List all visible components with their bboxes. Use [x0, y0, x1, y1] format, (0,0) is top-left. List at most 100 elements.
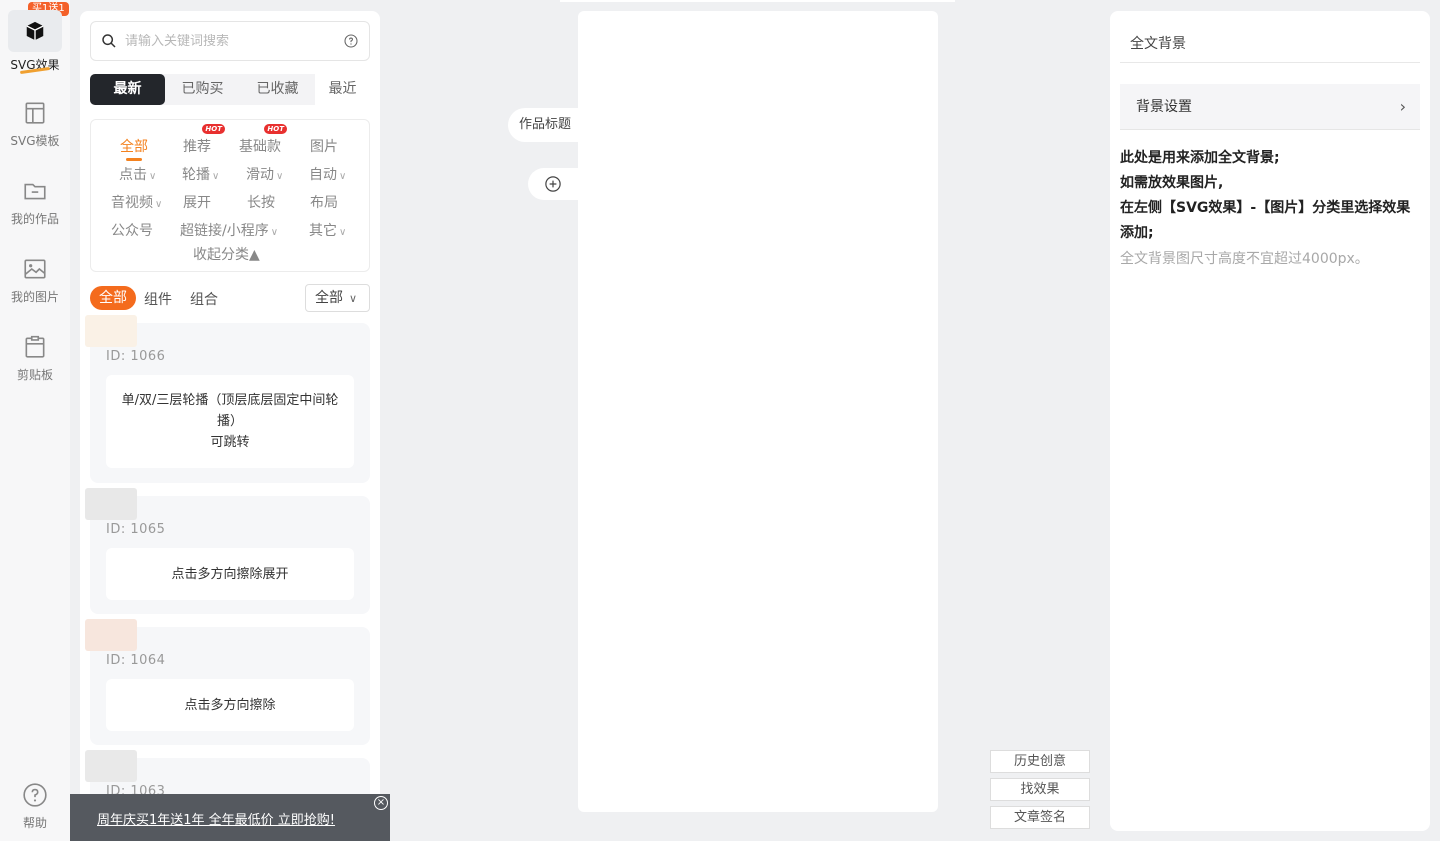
image-icon — [24, 259, 46, 279]
chevron-down-icon: ∨ — [339, 171, 347, 182]
rail-item-my-works[interactable]: 我的作品 — [0, 178, 70, 227]
effect-thumbnail — [85, 619, 137, 651]
layout-icon — [25, 102, 45, 124]
find-effects-button[interactable]: 找效果 — [990, 778, 1090, 801]
chevron-down-icon: ∨ — [155, 199, 163, 210]
category-label: 自动 — [309, 167, 337, 183]
category-official-account[interactable]: 公众号 — [111, 220, 153, 240]
category-expand[interactable]: 展开 — [183, 192, 211, 212]
hot-badge: HOT — [264, 124, 287, 134]
rail-item-label: 剪贴板 — [16, 368, 53, 382]
rail-item-help[interactable]: 帮助 — [0, 782, 70, 831]
dropdown-value: 全部 — [315, 290, 343, 306]
effect-id: ID: 1065 — [106, 522, 166, 537]
category-label: 超链接/小程序 — [180, 223, 269, 239]
effects-library-panel: 最新 已购买 已收藏 最近 全部 推荐HOT 基础款HOT 图片 点击∨ 轮播∨… — [80, 11, 380, 841]
category-label: 轮播 — [182, 167, 210, 183]
category-all[interactable]: 全部 — [120, 136, 148, 161]
help-text-line: 此处是用来添加全文背景; — [1120, 150, 1280, 166]
chevron-down-icon: ∨ — [339, 227, 347, 238]
chevron-down-icon: ∨ — [212, 171, 220, 182]
category-links[interactable]: 超链接/小程序 ∨ — [180, 220, 278, 240]
help-icon[interactable] — [343, 33, 359, 49]
category-label: 点击 — [119, 167, 147, 183]
help-text-line: 如需放效果图片, — [1120, 175, 1224, 191]
search-icon — [102, 34, 116, 48]
help-text-line: 添加; — [1120, 225, 1154, 241]
tab-latest[interactable]: 最新 — [90, 74, 165, 105]
article-title-tab[interactable]: 作品标题 — [508, 108, 578, 142]
search-box[interactable] — [90, 21, 370, 61]
category-label: 其它 — [309, 223, 337, 239]
filter-component[interactable]: 组件 — [144, 289, 172, 309]
category-grid: 全部 推荐 HOT 基础款 HOT 图片 点击 ∨ 轮播 ∨ 滑动 ∨ 自动 ∨ 音视频 ∨ … — [90, 119, 370, 272]
rail-item-svg-effects[interactable]: SVG效果 — [0, 10, 70, 75]
help-circle-icon — [23, 783, 47, 807]
chevron-down-icon: ∨ — [149, 171, 157, 182]
category-image[interactable]: 图片 — [310, 136, 338, 156]
category-carousel[interactable]: 轮播 ∨ — [182, 164, 219, 184]
effect-description-line: 点击多方向擦除 — [184, 697, 276, 713]
category-label: 推荐 — [183, 139, 211, 155]
promo-banner: 周年庆买1年送1年 全年最低价 立即抢购! × — [70, 794, 390, 841]
folder-icon — [24, 183, 46, 200]
effect-description: 点击多方向擦除展开 — [106, 548, 354, 600]
hot-badge: HOT — [202, 124, 225, 134]
plus-circle-icon — [545, 176, 561, 192]
tab-favorited[interactable]: 已收藏 — [240, 74, 315, 105]
background-settings-label: 背景设置 — [1136, 99, 1192, 115]
effect-thumbnail — [85, 750, 137, 782]
filter-all[interactable]: 全部 — [90, 286, 136, 310]
chevron-down-icon: ∨ — [270, 227, 279, 238]
divider — [1120, 62, 1420, 63]
rail-item-svg-templates[interactable]: SVG模板 — [0, 100, 70, 149]
collapse-categories-button[interactable]: 收起分类▲ — [193, 244, 260, 264]
category-longpress[interactable]: 长按 — [247, 192, 275, 212]
top-strip — [560, 0, 955, 2]
effect-thumbnail — [85, 315, 137, 347]
tab-purchased[interactable]: 已购买 — [165, 74, 240, 105]
search-input[interactable] — [125, 33, 343, 49]
chevron-down-icon: ∨ — [349, 292, 358, 305]
effect-description: 单/双/三层轮播（顶层底层固定中间轮播） 可跳转 — [106, 375, 354, 468]
category-recommend[interactable]: 推荐 HOT — [183, 124, 225, 156]
cube-icon — [26, 21, 44, 41]
chevron-right-icon: › — [1399, 97, 1406, 116]
add-section-button[interactable] — [528, 168, 578, 200]
article-signature-button[interactable]: 文章签名 — [990, 806, 1090, 829]
category-other[interactable]: 其它 ∨ — [309, 220, 346, 240]
help-note: 全文背景图尺寸高度不宜超过4000px。 — [1120, 251, 1369, 267]
help-text-line: 在左侧【SVG效果】-【图片】分类里选择效果 — [1120, 200, 1411, 216]
close-icon[interactable]: × — [374, 796, 388, 810]
category-click[interactable]: 点击 ∨ — [119, 164, 156, 184]
filter-dropdown[interactable]: 全部 ∨ — [305, 284, 370, 312]
effect-description-line: 可跳转 — [210, 435, 250, 450]
effect-id: ID: 1066 — [106, 349, 166, 364]
filter-combo[interactable]: 组合 — [190, 289, 218, 309]
category-auto[interactable]: 自动 ∨ — [309, 164, 346, 184]
chevron-down-icon: ∨ — [276, 171, 284, 182]
effect-id: ID: 1064 — [106, 653, 166, 668]
clipboard-icon — [25, 335, 45, 358]
panel-title: 全文背景 — [1130, 36, 1186, 52]
rail-item-label: 我的图片 — [10, 290, 59, 304]
effect-card[interactable]: ID: 1066 单/双/三层轮播（顶层底层固定中间轮播） 可跳转 — [85, 315, 370, 483]
effect-thumbnail — [85, 488, 137, 520]
promo-banner-link[interactable]: 周年庆买1年送1年 全年最低价 立即抢购! — [97, 809, 335, 828]
category-slide[interactable]: 滑动 ∨ — [246, 164, 283, 184]
editor-canvas[interactable] — [578, 11, 938, 812]
category-basic[interactable]: 基础款 HOT — [239, 124, 287, 156]
category-audio-video[interactable]: 音视频 ∨ — [111, 192, 162, 212]
history-ideas-button[interactable]: 历史创意 — [990, 750, 1090, 773]
rail-item-my-images[interactable]: 我的图片 — [0, 256, 70, 305]
left-rail: 买1送1 SVG效果 SVG模板 我的作品 我的图片 剪贴板 帮助 — [0, 0, 70, 841]
tab-recent[interactable]: 最近 — [315, 74, 370, 105]
background-settings-row[interactable]: 背景设置 › — [1120, 84, 1420, 130]
effect-card[interactable]: ID: 1064 点击多方向擦除 — [85, 619, 370, 745]
rail-item-clipboard[interactable]: 剪贴板 — [0, 334, 70, 383]
effect-card[interactable]: ID: 1065 点击多方向擦除展开 — [85, 488, 370, 614]
rail-item-label: 帮助 — [22, 816, 47, 830]
category-label: 基础款 — [239, 139, 281, 155]
effect-description-line: 单/双/三层轮播（顶层底层固定中间轮播） — [121, 393, 339, 429]
category-layout[interactable]: 布局 — [310, 192, 338, 212]
